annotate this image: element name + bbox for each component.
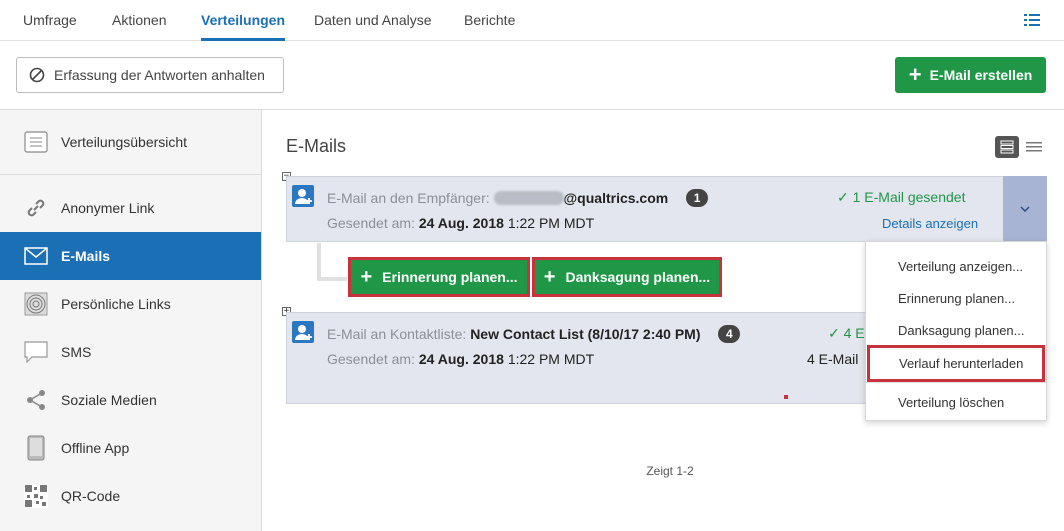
menu-item-delete-distribution[interactable]: Verteilung löschen <box>866 386 1046 419</box>
sent-date: 24 Aug. 2018 <box>418 215 504 231</box>
sent-status: ✓ 4 E <box>828 325 865 341</box>
recipient-count-badge: 1 <box>686 189 709 207</box>
create-email-button[interactable]: + E-Mail erstellen <box>895 57 1046 93</box>
recipient-prefix: E-Mail an Kontaktliste: <box>327 326 467 342</box>
recipient-prefix: E-Mail an den Empfänger: <box>327 190 490 206</box>
sidebar-divider <box>0 174 261 175</box>
menu-item-schedule-thankyou[interactable]: Danksagung planen... <box>866 314 1046 347</box>
page-title: E-Mails <box>286 136 347 156</box>
sidebar-item-anonymer-link[interactable]: Anonymer Link <box>0 184 261 232</box>
schedule-reminder-button[interactable]: + Erinnerung planen... <box>348 257 530 297</box>
tab-daten-und-analyse[interactable]: Daten und Analyse <box>314 0 432 41</box>
redacted-name <box>493 191 564 205</box>
sidebar-item-verteilungsuebersicht[interactable]: Verteilungsübersicht <box>0 118 261 166</box>
menu-item-schedule-reminder[interactable]: Erinnerung planen... <box>866 282 1046 315</box>
user-avatar-icon <box>292 185 314 207</box>
menu-item-download-history[interactable]: Verlauf herunterladen <box>867 345 1045 382</box>
sidebar-item-sms[interactable]: SMS <box>0 328 261 376</box>
menu-divider <box>866 382 1046 383</box>
sidebar-item-e-mails[interactable]: E-Mails <box>0 232 261 280</box>
sent-line: Gesendet am: 24 Aug. 2018 1:22 PM MDT <box>327 215 594 231</box>
sent-time: 1:22 PM MDT <box>507 215 595 231</box>
sent-prefix: Gesendet am: <box>327 215 415 231</box>
recipient-count-badge: 4 <box>718 325 741 343</box>
prohibited-icon <box>29 67 45 83</box>
sidebar-item-label: QR-Code <box>61 488 121 504</box>
fingerprint-icon <box>24 292 48 316</box>
tab-umfrage[interactable]: Umfrage <box>23 0 77 41</box>
tab-berichte[interactable]: Berichte <box>464 0 515 41</box>
sidebar: Verteilungsübersicht Anonymer Link E-Mai… <box>0 110 262 531</box>
menu-item-view-distribution[interactable]: Verteilung anzeigen... <box>866 250 1046 283</box>
sidebar-item-label: Anonymer Link <box>61 200 155 216</box>
share-icon <box>24 388 48 412</box>
connector-line <box>317 243 347 281</box>
sent-prefix: Gesendet am: <box>327 351 415 367</box>
sent-date: 24 Aug. 2018 <box>418 351 504 367</box>
sidebar-item-label: SMS <box>61 344 92 360</box>
sent-count: 4 E-Mail <box>807 351 859 367</box>
card-view-toggle[interactable] <box>995 136 1019 158</box>
sent-status: ✓ 1 E-Mail gesendet <box>837 189 966 205</box>
link-icon <box>24 196 48 220</box>
sidebar-item-label: Persönliche Links <box>61 296 171 312</box>
tab-aktionen[interactable]: Aktionen <box>112 0 166 41</box>
sidebar-item-qr-code[interactable]: QR-Code <box>0 472 261 520</box>
schedule-reminder-label: Erinnerung planen... <box>382 269 518 285</box>
details-link[interactable]: Details anzeigen <box>882 216 978 231</box>
sidebar-item-label: Soziale Medien <box>61 392 157 408</box>
recipient-line: E-Mail an Kontaktliste: New Contact List… <box>327 325 741 343</box>
action-bar: Erfassung der Antworten anhalten + E-Mai… <box>0 41 1064 110</box>
recipient-value: @qualtrics.com <box>563 190 669 206</box>
plus-icon: + <box>543 266 556 288</box>
chevron-down-icon <box>1020 206 1030 212</box>
pagination-info: Zeigt 1-2 <box>646 464 694 478</box>
sidebar-item-soziale-medien[interactable]: Soziale Medien <box>0 376 261 424</box>
user-avatar-icon <box>292 321 314 343</box>
list-view-icon[interactable] <box>1024 13 1040 27</box>
recipient-value: New Contact List (8/10/17 2:40 PM) <box>470 326 701 342</box>
schedule-thankyou-label: Danksagung planen... <box>565 269 711 285</box>
create-email-label: E-Mail erstellen <box>929 67 1033 83</box>
sidebar-item-label: Offline App <box>61 440 130 456</box>
sidebar-item-persoenliche-links[interactable]: Persönliche Links <box>0 280 261 328</box>
sent-time: 1:22 PM MDT <box>507 351 595 367</box>
actions-dropdown-toggle[interactable] <box>1003 176 1047 242</box>
stop-collecting-label: Erfassung der Antworten anhalten <box>54 67 265 83</box>
envelope-icon <box>24 244 48 268</box>
sidebar-item-offline-app[interactable]: Offline App <box>0 424 261 472</box>
plus-icon: + <box>908 62 922 87</box>
tab-verteilungen[interactable]: Verteilungen <box>201 0 286 41</box>
list-view-toggle-icon[interactable] <box>1026 140 1042 154</box>
actions-dropdown-menu: Verteilung anzeigen... Erinnerung planen… <box>865 241 1047 421</box>
stacked-cards-icon <box>1000 140 1014 154</box>
schedule-thankyou-button[interactable]: + Danksagung planen... <box>532 257 722 297</box>
top-navigation: Umfrage Aktionen Verteilungen Daten und … <box>0 0 1064 41</box>
sent-line: Gesendet am: 24 Aug. 2018 1:22 PM MDT <box>327 351 594 367</box>
stop-collecting-button[interactable]: Erfassung der Antworten anhalten <box>16 57 284 93</box>
sidebar-item-label: Verteilungsübersicht <box>61 134 188 150</box>
plus-icon: + <box>360 266 373 288</box>
tablet-icon <box>24 435 48 461</box>
distribution-card: E-Mail an den Empfänger: @qualtrics.com … <box>286 176 1047 242</box>
qr-code-icon <box>24 484 48 508</box>
chat-bubble-icon <box>24 340 48 364</box>
annotation-dot <box>784 395 788 399</box>
recipient-line: E-Mail an den Empfänger: @qualtrics.com … <box>327 189 709 207</box>
sidebar-item-label: E-Mails <box>61 248 111 264</box>
document-list-icon <box>24 130 48 154</box>
